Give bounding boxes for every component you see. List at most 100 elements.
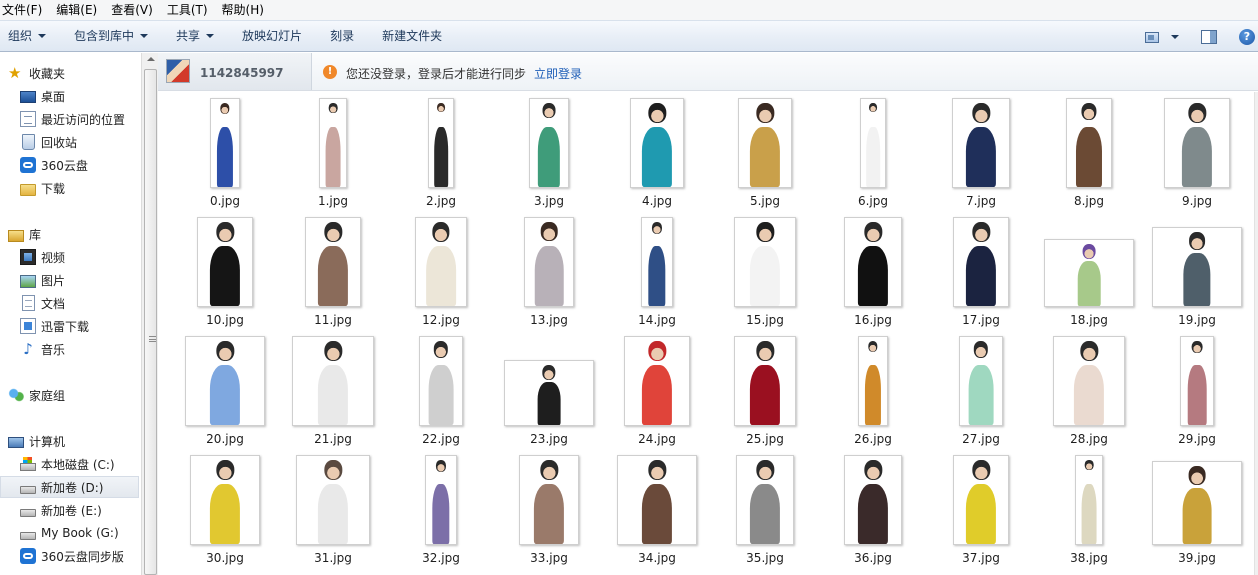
file-item[interactable]: 13.jpg	[495, 215, 603, 333]
nav-homegroup[interactable]: 家庭组	[8, 384, 141, 406]
file-item[interactable]: 27.jpg	[927, 334, 1035, 452]
nav-drive-e[interactable]: 新加卷 (E:)	[20, 499, 139, 521]
nav-pictures[interactable]: 图片	[20, 269, 139, 291]
menu-help[interactable]: 帮助(H)	[215, 0, 271, 20]
include-in-library-button[interactable]: 包含到库中	[64, 24, 158, 48]
person-photo	[421, 341, 461, 425]
nav-drive-g[interactable]: My Book (G:)	[20, 522, 139, 544]
photo-body	[216, 126, 234, 187]
nav-drive-d[interactable]: 新加卷 (D:)	[0, 476, 139, 498]
file-item[interactable]: 35.jpg	[711, 453, 819, 571]
file-item[interactable]: 32.jpg	[387, 453, 495, 571]
file-item[interactable]: 12.jpg	[387, 215, 495, 333]
preview-pane-icon[interactable]	[1201, 30, 1217, 44]
file-item[interactable]: 4.jpg	[603, 96, 711, 214]
file-item[interactable]: 29.jpg	[1143, 334, 1251, 452]
help-icon[interactable]: ?	[1239, 29, 1255, 45]
file-item[interactable]: 33.jpg	[495, 453, 603, 571]
file-item[interactable]: 6.jpg	[819, 96, 927, 214]
file-item[interactable]: 5.jpg	[711, 96, 819, 214]
computer-icon	[8, 436, 24, 448]
file-item[interactable]: 1.jpg	[279, 96, 387, 214]
drive-icon	[20, 486, 36, 494]
photo-head	[542, 365, 556, 381]
file-item[interactable]: 19.jpg	[1143, 215, 1251, 333]
nav-drive-c[interactable]: 本地磁盘 (C:)	[20, 453, 139, 475]
person-photo	[740, 222, 790, 306]
menu-tools[interactable]: 工具(T)	[160, 0, 215, 20]
share-button[interactable]: 共享	[166, 24, 224, 48]
nav-computer[interactable]: 计算机	[8, 430, 141, 452]
burn-button[interactable]: 刻录	[320, 24, 364, 48]
file-item[interactable]: 9.jpg	[1143, 96, 1251, 214]
nav-documents[interactable]: 文档	[20, 292, 139, 314]
nav-recent-places[interactable]: 最近访问的位置	[20, 108, 139, 130]
nav-scrollbar-thumb[interactable]	[144, 69, 157, 575]
nav-360-cloud[interactable]: 360云盘	[20, 154, 139, 176]
organize-button[interactable]: 组织	[0, 24, 56, 48]
file-item[interactable]: 30.jpg	[171, 453, 279, 571]
file-item[interactable]: 11.jpg	[279, 215, 387, 333]
slideshow-button[interactable]: 放映幻灯片	[232, 24, 312, 48]
file-item[interactable]: 14.jpg	[603, 215, 711, 333]
image-thumbnail	[425, 455, 457, 545]
login-link[interactable]: 立即登录	[534, 65, 582, 82]
person-photo	[212, 103, 238, 187]
menu-view[interactable]: 查看(V)	[104, 0, 160, 20]
file-item[interactable]: 3.jpg	[495, 96, 603, 214]
nav-videos[interactable]: 视频	[20, 246, 139, 268]
user-panel[interactable]: 1142845997	[158, 53, 312, 90]
nav-downloads[interactable]: 下载	[20, 177, 139, 199]
person-photo	[417, 222, 465, 306]
file-item[interactable]: 2.jpg	[387, 96, 495, 214]
nav-music[interactable]: ♪ 音乐	[20, 338, 139, 360]
file-name: 12.jpg	[422, 313, 460, 327]
file-item[interactable]: 39.jpg	[1143, 453, 1251, 571]
file-item[interactable]: 38.jpg	[1035, 453, 1143, 571]
file-item[interactable]: 31.jpg	[279, 453, 387, 571]
photo-head	[433, 341, 449, 358]
file-item[interactable]: 22.jpg	[387, 334, 495, 452]
file-item[interactable]: 28.jpg	[1035, 334, 1143, 452]
photo-body	[432, 483, 450, 544]
file-item[interactable]: 21.jpg	[279, 334, 387, 452]
file-name: 20.jpg	[206, 432, 244, 446]
file-item[interactable]: 15.jpg	[711, 215, 819, 333]
person-photo	[740, 103, 790, 187]
file-item[interactable]: 18.jpg	[1035, 215, 1143, 333]
file-item[interactable]: 16.jpg	[819, 215, 927, 333]
nav-360-sync[interactable]: 360云盘同步版	[20, 545, 139, 567]
nav-desktop[interactable]: 桌面	[20, 85, 139, 107]
file-item[interactable]: 26.jpg	[819, 334, 927, 452]
file-item[interactable]: 23.jpg	[495, 334, 603, 452]
file-item[interactable]: 17.jpg	[927, 215, 1035, 333]
photo-head	[648, 103, 666, 124]
file-item[interactable]: 25.jpg	[711, 334, 819, 452]
file-item[interactable]: 20.jpg	[171, 334, 279, 452]
image-thumbnail	[844, 455, 902, 545]
change-view-icon[interactable]	[1145, 31, 1159, 43]
menu-file[interactable]: 文件(F)	[0, 0, 49, 20]
file-item[interactable]: 7.jpg	[927, 96, 1035, 214]
menu-edit[interactable]: 编辑(E)	[49, 0, 104, 20]
nav-libraries[interactable]: 库	[8, 223, 141, 245]
content-scrollbar-edge[interactable]	[1254, 92, 1258, 575]
file-item[interactable]: 34.jpg	[603, 453, 711, 571]
file-item[interactable]: 0.jpg	[171, 96, 279, 214]
nav-thunder-downloads[interactable]: 迅雷下载	[20, 315, 139, 337]
file-name: 32.jpg	[422, 551, 460, 565]
file-item[interactable]: 36.jpg	[819, 453, 927, 571]
file-item[interactable]: 10.jpg	[171, 215, 279, 333]
file-item[interactable]: 24.jpg	[603, 334, 711, 452]
menu-bar: 文件(F) 编辑(E) 查看(V) 工具(T) 帮助(H)	[0, 0, 1258, 20]
new-folder-button[interactable]: 新建文件夹	[372, 24, 452, 48]
library-icon	[8, 229, 24, 242]
photo-head	[324, 460, 342, 481]
nav-scrollbar[interactable]	[141, 53, 158, 575]
nav-favorites[interactable]: ★ 收藏夹	[8, 62, 141, 84]
scroll-up-arrow-icon[interactable]	[147, 57, 155, 61]
file-item[interactable]: 37.jpg	[927, 453, 1035, 571]
file-item[interactable]: 8.jpg	[1035, 96, 1143, 214]
view-options-chevron-icon[interactable]	[1171, 35, 1179, 39]
nav-recycle-bin[interactable]: 回收站	[20, 131, 139, 153]
